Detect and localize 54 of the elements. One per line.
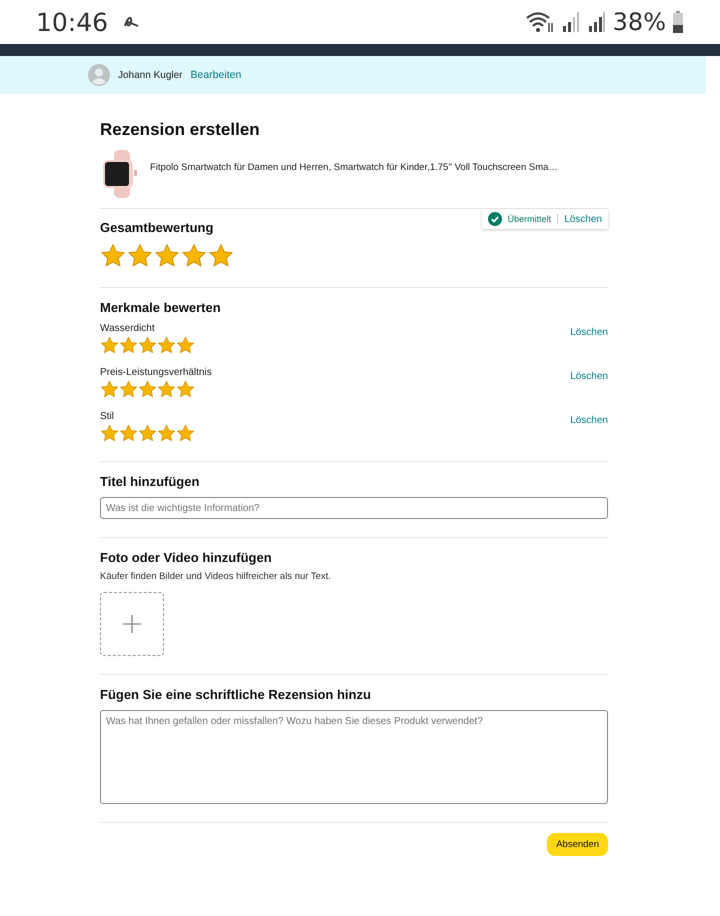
section-heading: Merkmale bewerten xyxy=(100,300,221,315)
product-title: Fitpolo Smartwatch für Damen und Herren, Smartwatch für Kinder,1.75'' Voll Touchscreen Sma… xyxy=(150,162,558,172)
star-rating[interactable] xyxy=(100,424,195,443)
star-icon[interactable] xyxy=(154,243,180,269)
battery-icon xyxy=(672,11,684,33)
section-heading: Fügen Sie eine schriftliche Rezension hinzu xyxy=(100,687,371,702)
star-icon[interactable] xyxy=(138,336,157,355)
feature-name: Wasserdicht xyxy=(100,323,156,334)
star-icon[interactable] xyxy=(176,336,195,355)
star-icon[interactable] xyxy=(157,380,176,399)
star-icon[interactable] xyxy=(181,243,207,269)
star-icon[interactable] xyxy=(119,380,138,399)
star-icon[interactable] xyxy=(176,380,195,399)
check-icon xyxy=(488,212,502,226)
signal-icon xyxy=(586,11,607,33)
star-icon[interactable] xyxy=(119,336,138,355)
page-title: Rezension erstellen xyxy=(100,120,261,140)
review-text-field[interactable]: Was hat Ihnen gefallen oder missfallen? Wozu haben Sie dieses Produkt verwendet? xyxy=(100,710,608,804)
submitted-status: Übermittelt xyxy=(508,214,552,224)
section-heading: Gesamtbewertung xyxy=(100,220,214,235)
feature-name: Preis-Leistungsverhältnis xyxy=(100,367,212,378)
edit-link[interactable]: Bearbeiten xyxy=(190,69,242,81)
wifi-icon xyxy=(524,11,555,33)
delete-link[interactable]: Löschen xyxy=(570,415,608,426)
clock-time: 10:46 xyxy=(36,8,108,36)
star-icon[interactable] xyxy=(119,424,138,443)
star-rating[interactable] xyxy=(100,243,234,269)
star-icon[interactable] xyxy=(100,243,126,269)
delete-link[interactable]: Löschen xyxy=(564,214,602,224)
feature-name: Stil xyxy=(100,411,115,422)
star-icon[interactable] xyxy=(138,380,157,399)
star-icon[interactable] xyxy=(127,243,153,269)
add-media-button[interactable] xyxy=(100,592,164,656)
section-heading: Foto oder Video hinzufügen xyxy=(100,550,272,565)
section-heading: Titel hinzufügen xyxy=(100,474,200,489)
media-hint: Käufer finden Bilder und Videos hilfreicher als nur Text. xyxy=(100,571,331,582)
plus-icon xyxy=(122,614,142,634)
star-icon[interactable] xyxy=(100,380,119,399)
star-icon[interactable] xyxy=(100,424,119,443)
user-name: Johann Kugler xyxy=(118,70,182,80)
avatar-icon xyxy=(88,64,110,86)
battery-percentage: 38% xyxy=(612,8,666,36)
star-icon[interactable] xyxy=(100,336,119,355)
star-icon[interactable] xyxy=(138,424,157,443)
signal-icon xyxy=(560,11,581,33)
star-icon[interactable] xyxy=(157,336,176,355)
star-rating[interactable] xyxy=(100,336,195,355)
delete-link[interactable]: Löschen xyxy=(570,371,608,382)
star-icon[interactable] xyxy=(176,424,195,443)
title-input-field[interactable]: Was ist die wichtigste Information? xyxy=(100,497,608,519)
delete-link[interactable]: Löschen xyxy=(570,327,608,338)
star-icon[interactable] xyxy=(208,243,234,269)
submit-button[interactable]: Absenden xyxy=(547,833,608,856)
star-icon[interactable] xyxy=(157,424,176,443)
